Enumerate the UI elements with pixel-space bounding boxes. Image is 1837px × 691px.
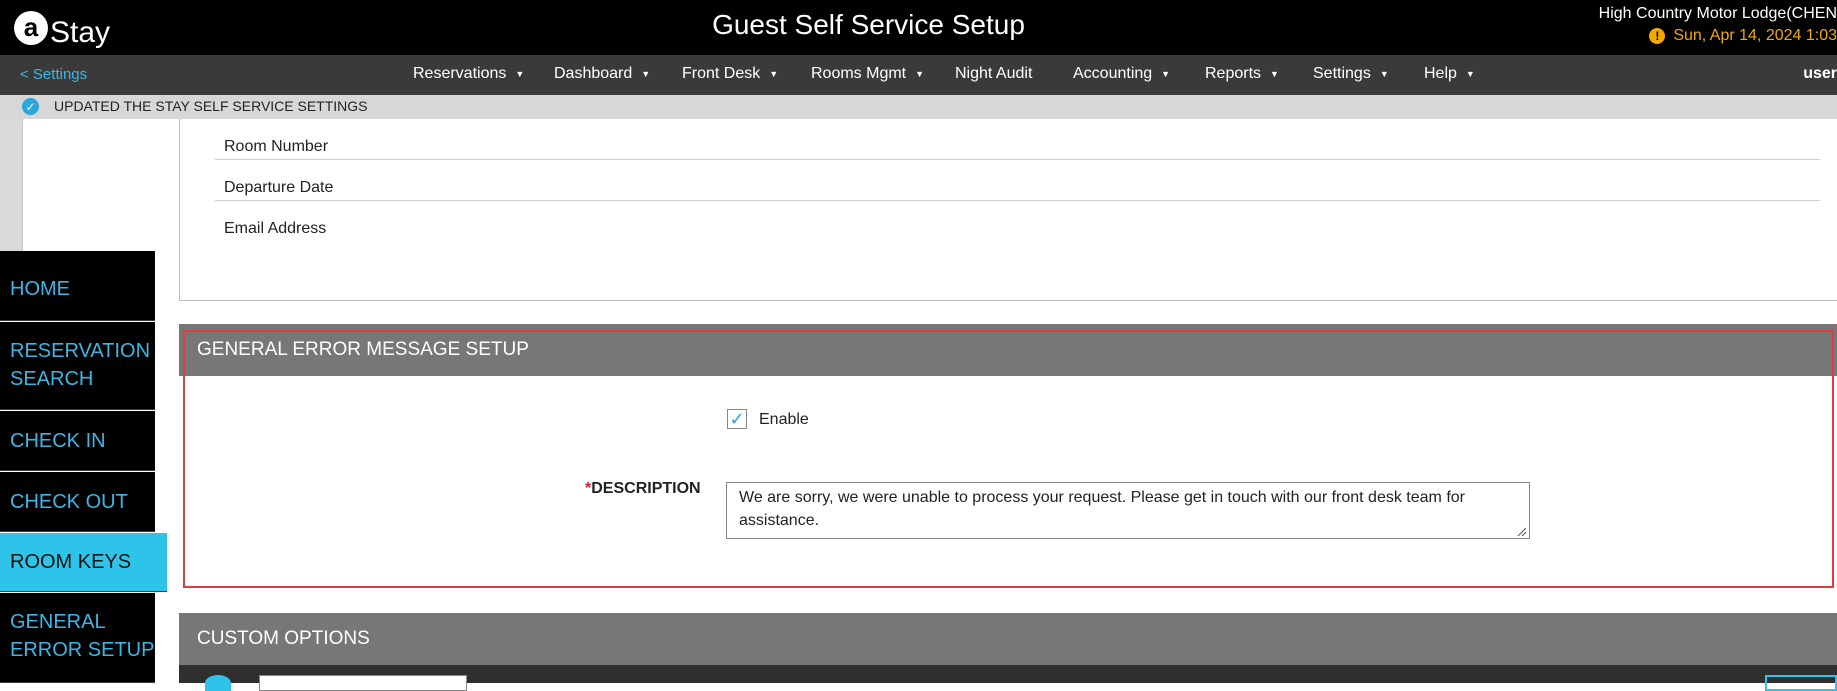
description-label: *DESCRIPTION (585, 480, 701, 498)
nav-label: Rooms Mgmt (811, 65, 907, 82)
nav-dashboard[interactable]: Dashboard ▼ (554, 65, 650, 83)
nav-night-audit[interactable]: Night Audit (955, 65, 1032, 83)
caret-down-icon: ▼ (1270, 68, 1279, 79)
enable-label: Enable (759, 411, 809, 428)
description-textarea[interactable]: We are sorry, we were unable to process … (726, 482, 1530, 539)
business-date: ! Sun, Apr 14, 2024 1:03 (1649, 27, 1837, 45)
caret-down-icon: ▼ (1161, 68, 1171, 79)
user-menu[interactable]: user (1803, 65, 1837, 83)
description-label-text: DESCRIPTION (591, 480, 701, 497)
caret-down-icon: ▼ (1379, 68, 1389, 79)
field-label: Email Address (224, 220, 327, 237)
main-nav: < Settings Reservations ▼ Dashboard ▼ Fron… (0, 55, 1837, 95)
nav-label: Dashboard (554, 65, 633, 82)
nav-front-desk[interactable]: Front Desk ▼ (682, 65, 778, 83)
field-row-room-number[interactable]: Room Number (215, 119, 1820, 160)
nav-label: Reservations (413, 65, 507, 82)
caret-down-icon: ▼ (515, 68, 525, 79)
warning-icon[interactable]: ! (1649, 28, 1666, 44)
custom-option-icon[interactable] (205, 675, 231, 691)
check-circle-icon: ✓ (22, 98, 39, 115)
enable-checkbox[interactable]: ✓ (727, 409, 747, 429)
nav-reservations[interactable]: Reservations ▼ (413, 65, 524, 83)
field-label: Departure Date (224, 179, 334, 196)
sidebar-item-check-in[interactable]: CHECK IN (0, 411, 155, 471)
sidebar-item-general-error-setup[interactable]: GENERAL ERROR SETUP (0, 593, 155, 683)
success-notification: ✓ UPDATED THE STAY SELF SERVICE SETTINGS (0, 95, 1837, 119)
nav-label: Reports (1205, 65, 1262, 82)
date-text: Sun, Apr 14, 2024 1:03 (1673, 27, 1837, 44)
nav-settings[interactable]: Settings ▼ (1313, 65, 1389, 83)
page-title: Guest Self Service Setup (712, 9, 1025, 40)
nav-rooms-mgmt[interactable]: Rooms Mgmt ▼ (811, 65, 924, 83)
sidebar-item-home[interactable]: HOME (0, 251, 155, 321)
nav-label: Accounting (1073, 65, 1153, 82)
top-header: a Stay Guest Self Service Setup High Cou… (0, 0, 1837, 55)
field-row-departure-date[interactable]: Departure Date (215, 160, 1820, 201)
custom-option-input[interactable] (259, 675, 467, 691)
nav-help[interactable]: Help ▼ (1424, 65, 1475, 83)
nav-label: Front Desk (682, 65, 761, 82)
nav-label: Help (1424, 65, 1457, 82)
scroll-strip (0, 119, 23, 251)
caret-down-icon: ▼ (1465, 68, 1475, 79)
caret-down-icon: ▼ (641, 68, 651, 79)
nav-label: Night Audit (955, 65, 1033, 82)
field-label: Room Number (224, 138, 329, 155)
custom-options-header: CUSTOM OPTIONS (179, 613, 1837, 665)
nav-accounting[interactable]: Accounting ▼ (1073, 65, 1170, 83)
resize-handle-icon[interactable] (1516, 526, 1526, 536)
back-to-settings-link[interactable]: < Settings (20, 66, 87, 83)
custom-option-button[interactable] (1765, 675, 1837, 691)
nav-label: Settings (1313, 65, 1371, 82)
sidebar-item-reservation-search[interactable]: RESERVATION SEARCH (0, 322, 155, 410)
sidebar-item-room-keys[interactable]: ROOM KEYS (0, 533, 167, 592)
caret-down-icon: ▼ (915, 68, 925, 79)
nav-reports[interactable]: Reports ▼ (1205, 65, 1279, 83)
notification-text: UPDATED THE STAY SELF SERVICE SETTINGS (54, 98, 368, 114)
sidebar-item-check-out[interactable]: CHECK OUT (0, 472, 155, 532)
field-list-panel: Room Number Departure Date Email Address (179, 119, 1837, 301)
field-row-email-address[interactable]: Email Address (215, 201, 1820, 242)
property-name[interactable]: High Country Motor Lodge(CHEN (1599, 5, 1837, 23)
caret-down-icon: ▼ (769, 68, 779, 79)
error-section-header: GENERAL ERROR MESSAGE SETUP (179, 324, 1837, 376)
